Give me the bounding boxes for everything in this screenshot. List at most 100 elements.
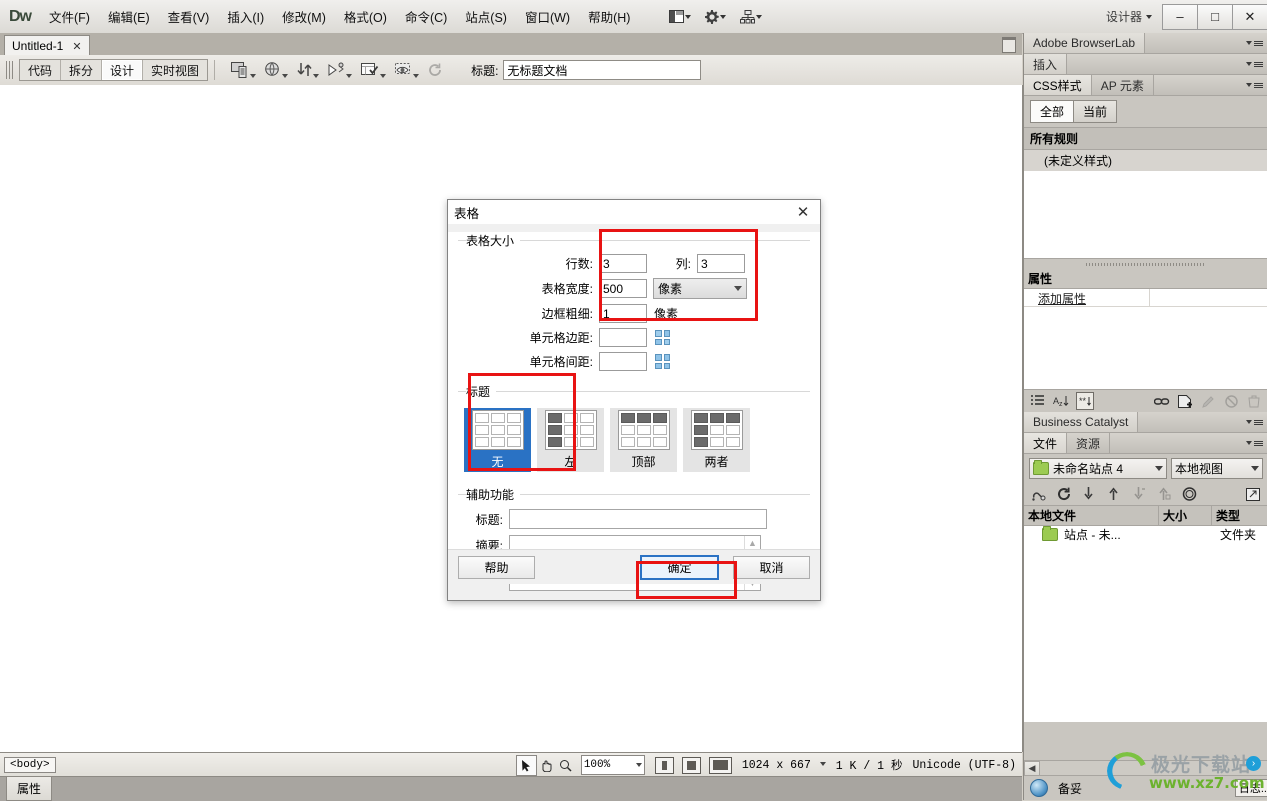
panel-options-icon[interactable] xyxy=(1246,82,1267,88)
mobile-size-icon[interactable] xyxy=(654,756,674,774)
refresh-icon[interactable] xyxy=(428,63,443,78)
panel-splitter[interactable] xyxy=(1024,259,1267,269)
view-split-button[interactable]: 拆分 xyxy=(61,60,103,80)
zoom-level-select[interactable]: 100% xyxy=(580,755,645,775)
layout-icon[interactable] xyxy=(669,9,692,24)
synchronize-icon[interactable] xyxy=(1181,486,1197,502)
browserlab-panel-header[interactable]: Adobe BrowserLab xyxy=(1024,33,1267,54)
page-title-input[interactable] xyxy=(503,60,702,80)
toolbar-grip[interactable] xyxy=(6,61,14,79)
tab-ap-elements[interactable]: AP 元素 xyxy=(1092,75,1154,95)
menu-site[interactable]: 站点(S) xyxy=(456,3,516,30)
menu-format[interactable]: 格式(O) xyxy=(335,3,396,30)
list-item[interactable]: 站点 - 未... 文件夹 xyxy=(1024,526,1267,543)
connect-icon[interactable] xyxy=(1031,486,1047,502)
hand-tool-icon[interactable] xyxy=(537,756,556,775)
ok-button[interactable]: 确定 xyxy=(640,554,719,580)
css-scope-current-button[interactable]: 当前 xyxy=(1073,100,1118,123)
close-button[interactable]: ✕ xyxy=(1232,3,1267,30)
az-sort-icon[interactable]: Az xyxy=(1053,393,1069,409)
tablet-size-icon[interactable] xyxy=(681,756,701,774)
add-property-link[interactable]: 添加属性 xyxy=(1024,289,1150,306)
select-tool-icon[interactable] xyxy=(515,754,537,776)
panel-options-icon[interactable] xyxy=(1246,40,1267,46)
panel-options-icon[interactable] xyxy=(1246,440,1267,446)
workspace-switcher[interactable]: 设计器 xyxy=(1102,8,1146,25)
close-icon[interactable]: ✕ xyxy=(792,201,814,223)
cell-padding-input[interactable] xyxy=(599,328,647,347)
column-size[interactable]: 大小 xyxy=(1159,506,1212,525)
css-rules-empty-area[interactable] xyxy=(1024,171,1267,257)
tab-assets[interactable]: 资源 xyxy=(1067,433,1111,453)
css-scope-all-button[interactable]: 全部 xyxy=(1030,100,1075,123)
get-files-icon[interactable] xyxy=(1081,486,1097,502)
cancel-button[interactable]: 取消 xyxy=(733,555,810,579)
header-option-top[interactable]: 顶部 xyxy=(610,408,677,472)
category-view-icon[interactable] xyxy=(1030,393,1046,409)
preview-device-icon[interactable] xyxy=(231,62,257,78)
gear-icon[interactable] xyxy=(705,9,727,24)
put-files-icon[interactable] xyxy=(1106,486,1122,502)
menu-view[interactable]: 查看(V) xyxy=(159,3,219,30)
zoom-tool-icon[interactable] xyxy=(556,756,575,775)
attach-stylesheet-icon[interactable] xyxy=(1154,393,1170,409)
panel-options-icon[interactable] xyxy=(1246,61,1267,67)
menu-file[interactable]: 文件(F) xyxy=(40,3,99,30)
tab-files[interactable]: 文件 xyxy=(1024,433,1068,453)
delete-property-icon[interactable] xyxy=(1246,393,1262,409)
view-design-button[interactable]: 设计 xyxy=(102,60,144,80)
column-type[interactable]: 类型 xyxy=(1212,506,1267,525)
refresh-icon[interactable] xyxy=(1056,486,1072,502)
validate-icon[interactable] xyxy=(361,62,387,78)
expand-icon[interactable] xyxy=(1245,486,1261,502)
view-live-button[interactable]: 实时视图 xyxy=(143,60,207,80)
document-tab-untitled-1[interactable]: Untitled-1 ✕ xyxy=(4,35,90,56)
check-in-out-icon[interactable] xyxy=(328,62,353,78)
cols-input[interactable] xyxy=(697,254,745,273)
menu-modify[interactable]: 修改(M) xyxy=(273,3,335,30)
cell-spacing-input[interactable] xyxy=(599,352,647,371)
new-rule-icon[interactable] xyxy=(1177,393,1193,409)
header-option-left[interactable]: 左 xyxy=(537,408,604,472)
maximize-button[interactable]: □ xyxy=(1197,3,1233,30)
menu-edit[interactable]: 编辑(E) xyxy=(99,3,159,30)
check-out-icon[interactable] xyxy=(1131,486,1147,502)
site-select[interactable]: 未命名站点 4 xyxy=(1029,458,1167,479)
insert-panel-header[interactable]: 插入 xyxy=(1024,54,1267,75)
window-dimensions[interactable]: 1024 x 667 xyxy=(742,759,826,772)
view-code-button[interactable]: 代码 xyxy=(20,60,62,80)
preview-browser-icon[interactable] xyxy=(265,62,289,78)
set-properties-icon[interactable]: ** xyxy=(1076,392,1094,410)
header-option-none[interactable]: 无 xyxy=(464,408,531,472)
minimize-button[interactable]: – xyxy=(1162,3,1198,30)
file-transfer-icon[interactable] xyxy=(297,62,320,78)
panel-options-icon[interactable] xyxy=(1246,419,1267,425)
properties-tab[interactable]: 属性 xyxy=(6,777,53,801)
tab-css-styles[interactable]: CSS样式 xyxy=(1024,75,1092,95)
border-thickness-input[interactable] xyxy=(599,304,647,323)
scroll-up-arrow-icon[interactable]: ▲ xyxy=(748,538,757,548)
rows-input[interactable] xyxy=(599,254,647,273)
close-icon[interactable]: ✕ xyxy=(72,40,81,53)
table-width-input[interactable] xyxy=(599,279,647,298)
files-horizontal-scrollbar[interactable]: ◀ xyxy=(1024,760,1267,776)
menu-help[interactable]: 帮助(H) xyxy=(579,3,639,30)
site-view-select[interactable]: 本地视图 xyxy=(1171,458,1263,479)
header-option-both[interactable]: 两者 xyxy=(683,408,750,472)
edit-rule-icon[interactable] xyxy=(1200,393,1216,409)
visual-aids-icon[interactable] xyxy=(395,62,420,78)
css-rules-list[interactable]: (未定义样式) xyxy=(1024,150,1267,259)
scroll-left-arrow-icon[interactable]: ◀ xyxy=(1024,761,1040,776)
file-name-cell[interactable]: 站点 - 未... xyxy=(1024,526,1176,543)
column-local-files[interactable]: 本地文件 xyxy=(1024,506,1159,525)
menu-window[interactable]: 窗口(W) xyxy=(516,3,579,30)
check-in-icon[interactable] xyxy=(1156,486,1172,502)
menu-commands[interactable]: 命令(C) xyxy=(396,3,456,30)
chevron-down-icon[interactable] xyxy=(1146,14,1152,19)
site-tree-icon[interactable] xyxy=(740,9,763,24)
files-list[interactable]: 站点 - 未... 文件夹 xyxy=(1024,526,1267,722)
business-catalyst-panel-header[interactable]: Business Catalyst xyxy=(1024,412,1267,433)
table-row[interactable]: 添加属性 xyxy=(1024,289,1267,307)
restore-down-icon[interactable] xyxy=(1002,37,1016,53)
table-width-unit-select[interactable]: 像素 xyxy=(653,278,747,299)
